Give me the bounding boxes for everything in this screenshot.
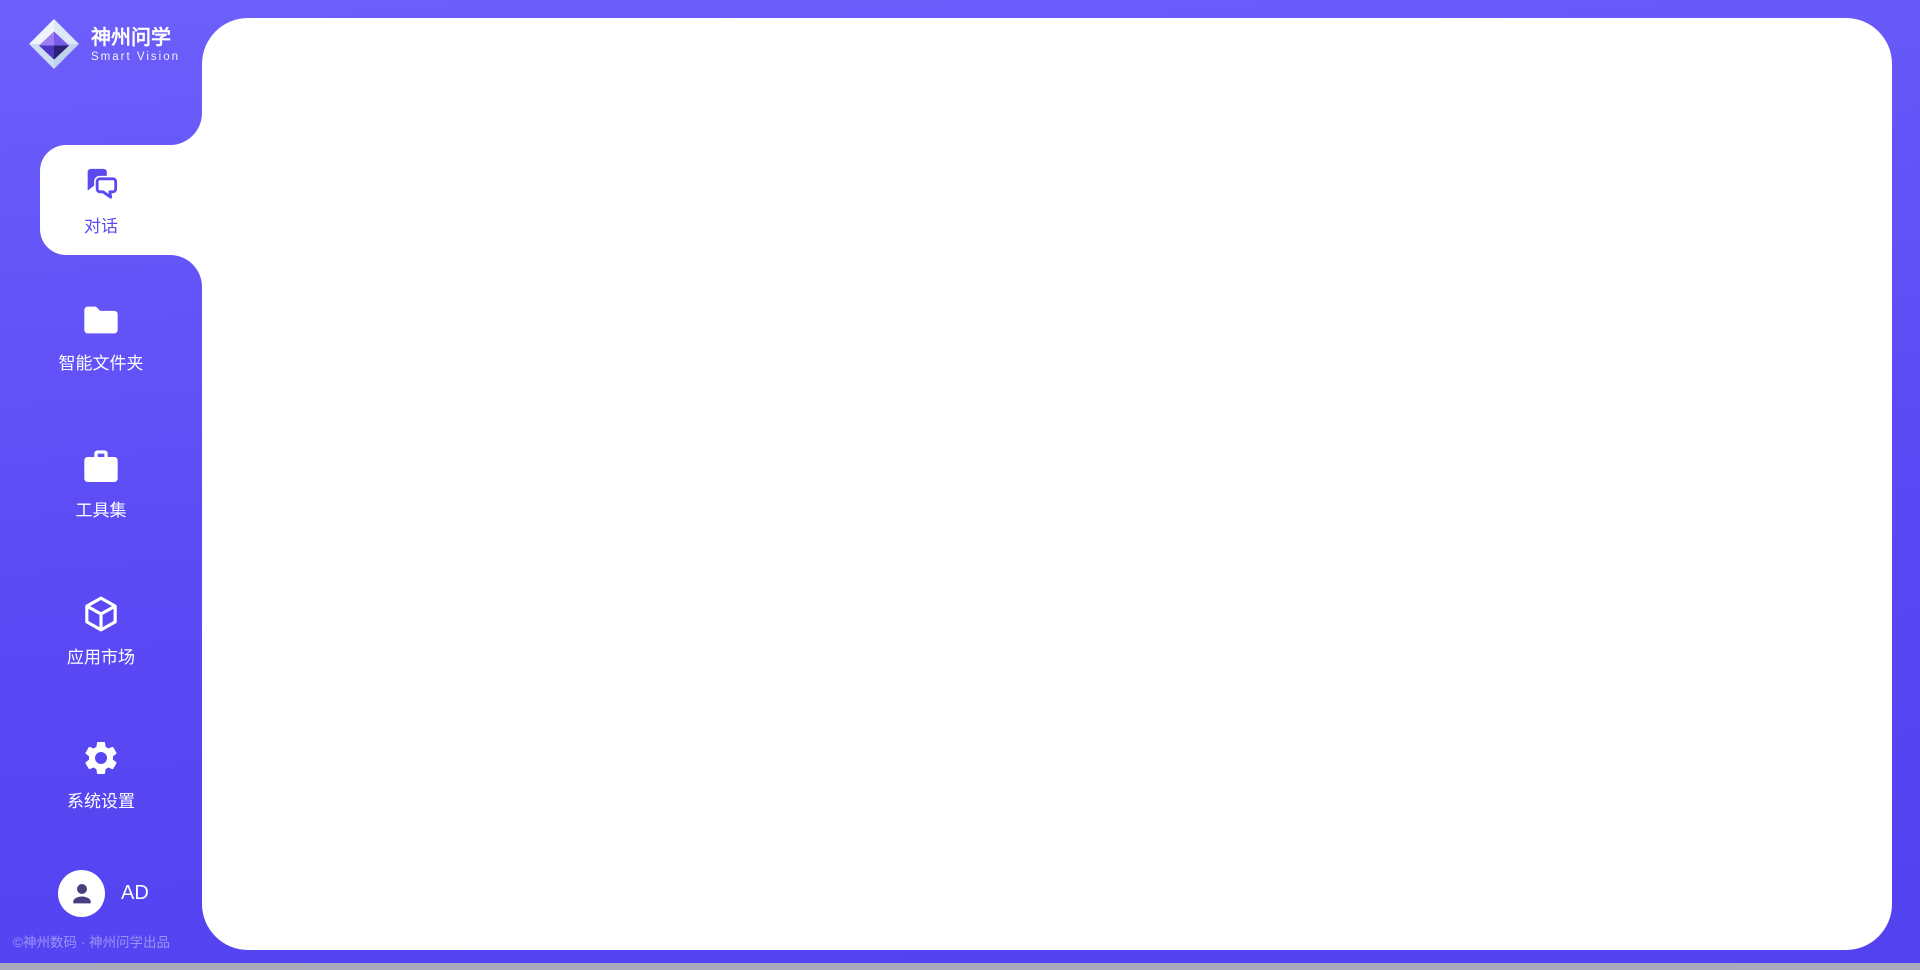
brand-subtitle: Smart Vision xyxy=(91,51,180,63)
sidebar-item-label: 智能文件夹 xyxy=(59,349,144,374)
cube-icon xyxy=(81,594,121,634)
sidebar-item-label: 工具集 xyxy=(76,496,127,521)
copyright-footer: ©神州数码 · 神州问学出品 xyxy=(13,931,170,951)
folder-icon xyxy=(81,300,121,340)
user-initials: AD xyxy=(121,882,149,905)
brand-text: 神州问学 Smart Vision xyxy=(91,26,180,63)
bottom-edge-strip xyxy=(0,963,1920,970)
user-account[interactable]: AD xyxy=(58,870,149,917)
app-root: { "brand": { "name": "神州问学", "subtitle":… xyxy=(0,0,1920,970)
brand-diamond-icon xyxy=(28,18,80,70)
main-content-panel xyxy=(202,18,1892,950)
sidebar-item-label: 应用市场 xyxy=(67,643,135,668)
brand-name: 神州问学 xyxy=(91,26,180,51)
tab-connector-top xyxy=(170,113,202,145)
sidebar-item-settings[interactable]: 系统设置 xyxy=(0,738,202,812)
sidebar-item-app-market[interactable]: 应用市场 xyxy=(0,594,202,668)
sidebar-item-toolset[interactable]: 工具集 xyxy=(0,447,202,521)
toolbox-icon xyxy=(81,447,121,487)
person-icon xyxy=(67,879,97,909)
sidebar-item-chat[interactable]: 对话 xyxy=(0,145,202,255)
sidebar-item-label: 系统设置 xyxy=(67,787,135,812)
brand-logo: 神州问学 Smart Vision xyxy=(28,18,180,70)
avatar[interactable] xyxy=(58,870,105,917)
sidebar-item-label: 对话 xyxy=(84,212,118,237)
chat-icon xyxy=(81,163,121,203)
gear-icon xyxy=(81,738,121,778)
sidebar-item-smart-folder[interactable]: 智能文件夹 xyxy=(0,300,202,374)
tab-connector-bottom xyxy=(170,255,202,287)
